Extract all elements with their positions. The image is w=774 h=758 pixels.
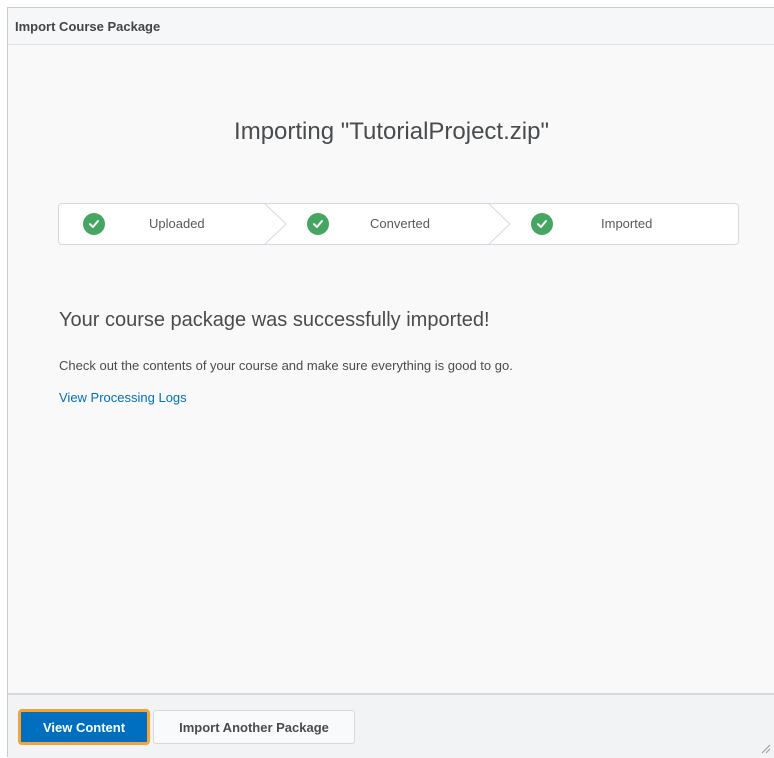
chevron-right-icon xyxy=(488,204,510,244)
success-message: Your course package was successfully imp… xyxy=(59,309,490,331)
import-another-package-button[interactable]: Import Another Package xyxy=(153,710,355,744)
step-label-imported: Imported xyxy=(601,216,653,231)
dialog-title: Import Course Package xyxy=(15,18,161,34)
success-description: Check out the contents of your course an… xyxy=(59,358,513,373)
dialog-footer: View Content Import Another Package xyxy=(8,693,774,758)
dialog-content: Importing "TutorialProject.zip" Uploaded… xyxy=(8,45,774,693)
check-circle-icon xyxy=(83,213,105,235)
import-heading: Importing "TutorialProject.zip" xyxy=(234,118,549,145)
dialog-titlebar: Import Course Package xyxy=(8,8,774,45)
progress-steps: Uploaded Converted Imported xyxy=(58,203,739,245)
check-circle-icon xyxy=(307,213,329,235)
view-content-button[interactable]: View Content xyxy=(19,710,149,744)
step-converted xyxy=(307,204,329,244)
resize-grip-icon[interactable] xyxy=(759,742,771,754)
view-processing-logs-link[interactable]: View Processing Logs xyxy=(59,390,187,405)
step-label-uploaded: Uploaded xyxy=(149,216,205,231)
chevron-right-icon xyxy=(264,204,286,244)
check-circle-icon xyxy=(531,213,553,235)
import-course-package-dialog: Import Course Package Importing "Tutoria… xyxy=(7,7,774,758)
step-label-converted: Converted xyxy=(370,216,430,231)
step-uploaded xyxy=(83,204,105,244)
step-imported xyxy=(531,204,553,244)
